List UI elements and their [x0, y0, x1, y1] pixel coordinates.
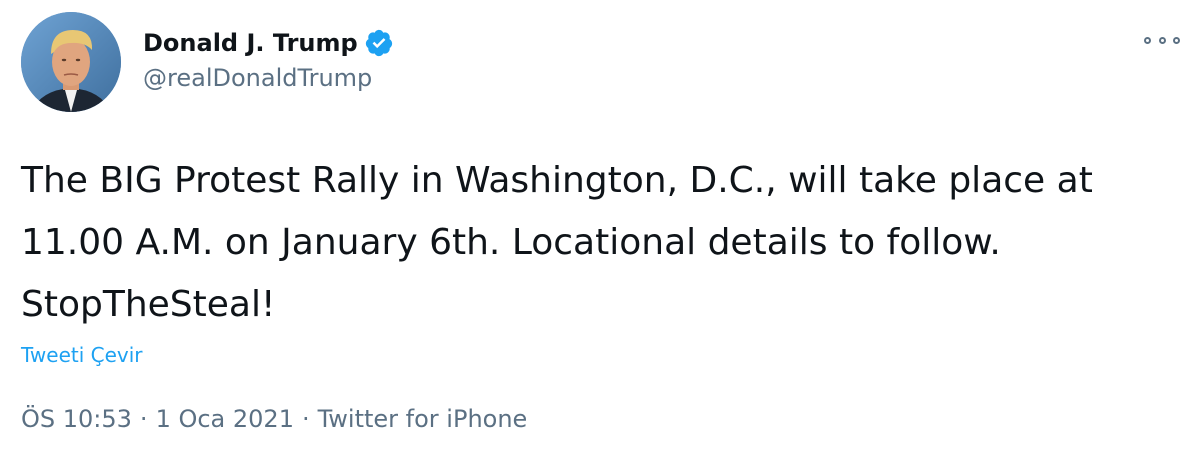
avatar-portrait-image [21, 12, 121, 112]
tweet-meta: ÖS 10:53 · 1 Oca 2021 · Twitter for iPhone [21, 405, 527, 433]
tweet-time[interactable]: ÖS 10:53 [21, 405, 132, 433]
more-dot-icon [1158, 36, 1166, 44]
tweet-date[interactable]: 1 Oca 2021 [156, 405, 294, 433]
avatar[interactable] [21, 12, 121, 112]
author-name-row: Donald J. Trump [143, 24, 394, 62]
more-options-icon[interactable] [1144, 30, 1180, 50]
tweet-card: Donald J. Trump @realDonaldTrump The BIG… [0, 0, 1200, 455]
more-dot-icon [1144, 36, 1151, 44]
author-handle[interactable]: @realDonaldTrump [143, 64, 372, 92]
tweet-text: The BIG Protest Rally in Washington, D.C… [21, 160, 1093, 325]
author-display-name[interactable]: Donald J. Trump [143, 29, 358, 57]
more-dot-icon [1173, 36, 1180, 44]
tweet-source[interactable]: Twitter for iPhone [318, 405, 528, 433]
translate-tweet-link[interactable]: Tweeti Çevir [21, 343, 143, 367]
meta-separator: · [301, 405, 310, 433]
meta-separator: · [139, 405, 148, 433]
verified-badge-icon [364, 28, 394, 58]
